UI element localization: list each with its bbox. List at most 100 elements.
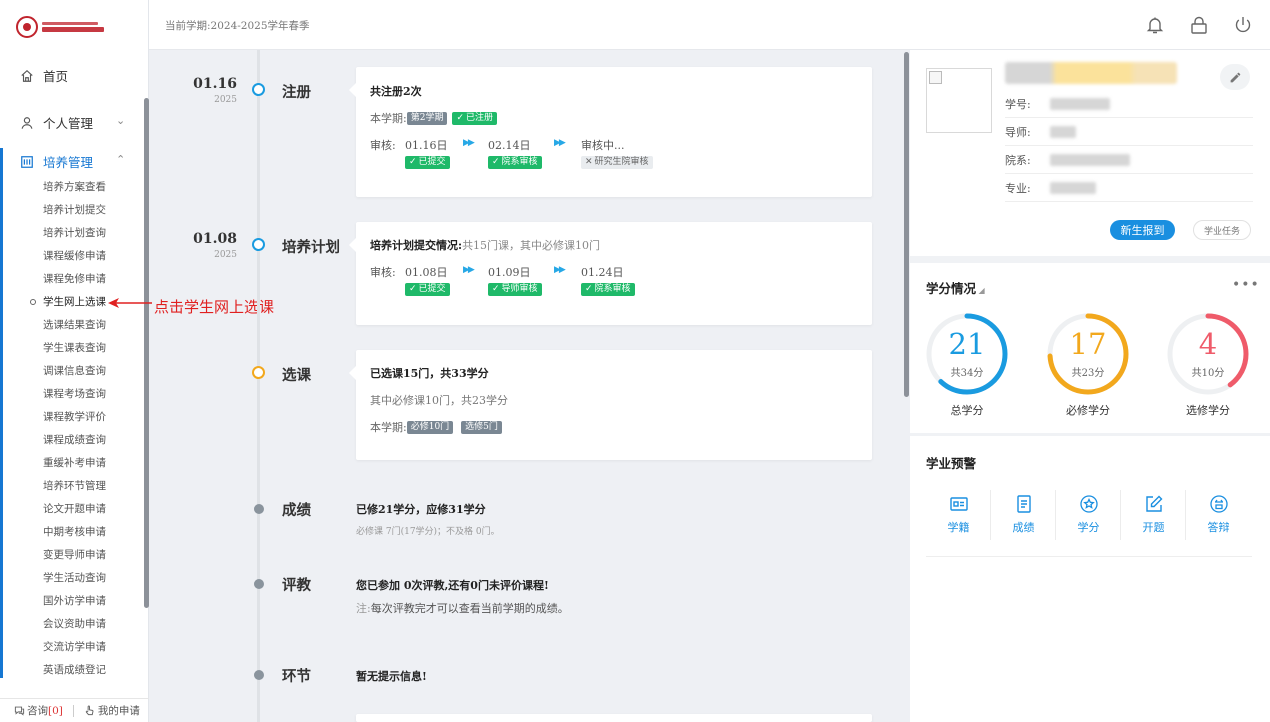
submenu-item[interactable]: 培养环节管理 bbox=[43, 477, 106, 500]
gauge-elective-credits: 4 共10分 选修学分 bbox=[1166, 312, 1250, 418]
sidebar-footer: 咨询 [0] 我的申请 bbox=[0, 698, 149, 722]
academic-task-button[interactable]: 学业任务 bbox=[1193, 220, 1251, 240]
submenu-item[interactable]: 中期考核申请 bbox=[43, 523, 106, 546]
sidebar-scrollbar[interactable] bbox=[144, 98, 149, 608]
student-id-row: 学号: bbox=[1005, 90, 1253, 118]
submenu-item[interactable]: 课程成绩查询 bbox=[43, 431, 106, 454]
nav-personal-label: 个人管理 bbox=[43, 116, 94, 131]
right-panel: 学号: 导师: 院系: 专业: 新生报到 学业任务 学分情况 ◢ ••• 21 … bbox=[910, 50, 1270, 722]
nav-training-label: 培养管理 bbox=[43, 155, 94, 170]
timeline-node-grade bbox=[254, 504, 264, 514]
seal-icon bbox=[16, 16, 38, 38]
eval-title: 您已参加 0次评教,还有0门未评价课程! bbox=[356, 579, 549, 592]
more-icon[interactable]: ••• bbox=[1232, 277, 1260, 293]
timeline-line bbox=[257, 50, 260, 722]
credits-title: 学分情况 ◢ bbox=[926, 281, 985, 296]
total-credits-value: 21 bbox=[948, 327, 986, 361]
power-icon[interactable] bbox=[1233, 15, 1253, 35]
submenu-item[interactable]: 学生课表查询 bbox=[43, 339, 106, 362]
course-card[interactable]: 已选课15门，共33学分 其中必修课10门，共23学分 本学期: 必修10门 选… bbox=[349, 350, 872, 460]
plan-step-3-tag: ✓ 院系审核 bbox=[581, 283, 635, 296]
edit-profile-button[interactable] bbox=[1220, 64, 1250, 90]
submenu-item[interactable]: 变更导师申请 bbox=[43, 546, 106, 569]
submenu-item[interactable]: 课程考场查询 bbox=[43, 385, 106, 408]
consult-link[interactable]: 咨询 [0] bbox=[14, 703, 63, 718]
nav-training[interactable]: 培养管理 bbox=[20, 152, 93, 171]
review-step-3-date: 审核中... bbox=[581, 139, 625, 152]
double-arrow-icon: ▶▶ bbox=[463, 138, 475, 148]
warning-status-button[interactable]: 学籍 bbox=[926, 490, 991, 540]
annotation-text: 点击学生网上选课 bbox=[154, 298, 275, 316]
plan-card[interactable]: 培养计划提交情况:共15门课，其中必修课10门 审核: 01.08日 ✓ 已提交 … bbox=[349, 222, 872, 325]
lock-icon[interactable] bbox=[1189, 15, 1209, 35]
my-application-link[interactable]: 我的申请 bbox=[84, 703, 140, 718]
new-student-report-button[interactable]: 新生报到 bbox=[1110, 220, 1175, 240]
main-scrollbar[interactable] bbox=[904, 52, 909, 397]
submenu-item[interactable]: 选课结果查询 bbox=[43, 316, 106, 339]
elective-credits-total: 共10分 bbox=[1191, 368, 1225, 379]
course-required-line: 其中必修课10门，共23学分 bbox=[370, 394, 508, 407]
total-credits-required: 共34分 bbox=[950, 368, 984, 379]
elective-credits-value: 4 bbox=[1198, 327, 1218, 361]
department-row: 院系: bbox=[1005, 146, 1253, 174]
chevron-up-icon[interactable]: ⌄ bbox=[116, 152, 125, 165]
section-divider bbox=[926, 556, 1252, 557]
submenu-item[interactable]: 会议资助申请 bbox=[43, 615, 106, 638]
grade-detail: 必修课 7门(17学分)；不及格 0门。 bbox=[356, 527, 500, 537]
course-term-line: 本学期: 必修10门 选修5门 bbox=[370, 419, 502, 435]
submenu-item[interactable]: 课程免修申请 bbox=[43, 270, 106, 293]
plan-date: 01.08 2025 bbox=[193, 231, 237, 260]
review-step-2-tag: ✓ 院系审核 bbox=[488, 156, 542, 169]
active-menu-indicator bbox=[0, 148, 3, 678]
submenu-item[interactable]: 培养计划查询 bbox=[43, 224, 106, 247]
plan-step-3-date: 01.24日 bbox=[581, 266, 624, 279]
submenu-item[interactable]: 交流访学申请 bbox=[43, 638, 106, 661]
submenu-item[interactable]: 课程缓修申请 bbox=[43, 247, 106, 270]
submenu-item[interactable]: 课程教学评价 bbox=[43, 408, 106, 431]
required-credits-total: 共23分 bbox=[1071, 368, 1105, 379]
university-logo[interactable] bbox=[16, 12, 106, 42]
top-header: 当前学期:2024-2025学年春季 bbox=[149, 0, 1270, 50]
advisor-row: 导师: bbox=[1005, 118, 1253, 146]
warning-credit-button[interactable]: 学分 bbox=[1056, 490, 1121, 540]
timeline-label-register: 注册 bbox=[282, 84, 311, 101]
nav-home-label: 首页 bbox=[43, 69, 69, 84]
user-icon bbox=[21, 116, 33, 129]
nav-home[interactable]: 首页 bbox=[20, 66, 68, 85]
timeline-node-plan bbox=[252, 238, 265, 251]
submenu-item[interactable]: 论文开题申请 bbox=[43, 500, 106, 523]
warning-proposal-button[interactable]: 开题 bbox=[1121, 490, 1186, 540]
id-card-icon bbox=[949, 497, 968, 511]
submenu-item[interactable]: 培养方案查看 bbox=[43, 178, 106, 201]
required-credits-value: 17 bbox=[1069, 327, 1107, 361]
chevron-down-icon[interactable]: ⌄ bbox=[116, 114, 125, 127]
consult-count: [0] bbox=[48, 704, 63, 717]
timeline-label-course: 选课 bbox=[282, 367, 311, 384]
timeline-node-course bbox=[252, 366, 265, 379]
consult-label: 咨询 bbox=[27, 705, 48, 717]
warning-defense-button[interactable]: 答辩 bbox=[1186, 490, 1251, 540]
bell-icon[interactable] bbox=[1145, 15, 1165, 35]
warning-grade-button[interactable]: 成绩 bbox=[991, 490, 1056, 540]
elective-tag: 选修5门 bbox=[461, 420, 502, 434]
submenu-item[interactable]: 英语成绩登记 bbox=[43, 661, 106, 684]
next-card-edge bbox=[356, 714, 872, 722]
nav-personal[interactable]: 个人管理 bbox=[20, 113, 93, 132]
submenu-item[interactable]: 调课信息查询 bbox=[43, 362, 106, 385]
timeline-label-grade: 成绩 bbox=[282, 502, 311, 519]
training-icon bbox=[21, 155, 33, 168]
submenu-item-online-course-selection[interactable]: 学生网上选课 bbox=[30, 293, 106, 316]
review-label: 审核: bbox=[370, 139, 396, 152]
submenu-item[interactable]: 学生活动查询 bbox=[43, 569, 106, 592]
register-card[interactable]: 共注册2次 本学期: 第2学期 ✓ 已注册 审核: 01.16日 ✓ 已提交 ▶▶ … bbox=[349, 67, 872, 197]
submenu-item[interactable]: 培养计划提交 bbox=[43, 201, 106, 224]
plan-step-1-date: 01.08日 bbox=[405, 266, 448, 279]
submenu-item[interactable]: 重缓补考申请 bbox=[43, 454, 106, 477]
timeline-label-link: 环节 bbox=[282, 668, 311, 685]
star-circle-icon bbox=[1079, 495, 1098, 513]
register-date: 01.16 2025 bbox=[193, 76, 237, 105]
timeline-node-link bbox=[254, 670, 264, 680]
plan-step-2-tag: ✓ 导师审核 bbox=[488, 283, 542, 296]
register-title: 共注册2次 bbox=[370, 85, 422, 98]
submenu-item[interactable]: 国外访学申请 bbox=[43, 592, 106, 615]
